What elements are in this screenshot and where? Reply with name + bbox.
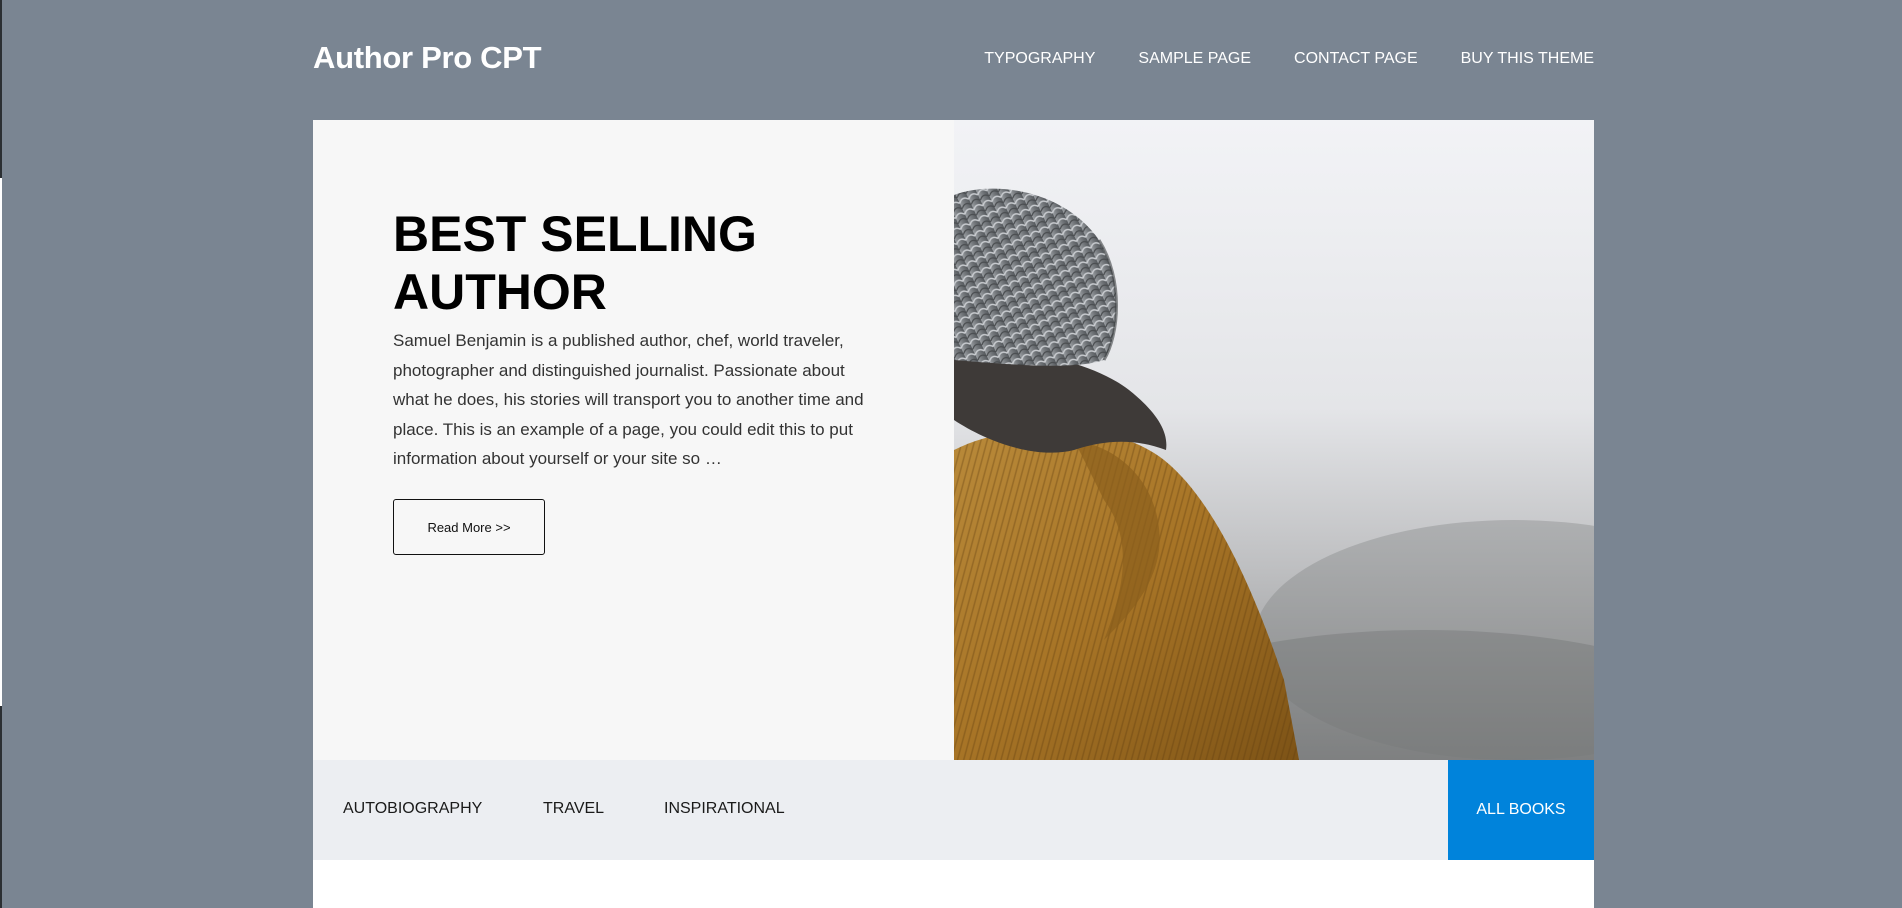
read-more-button[interactable]: Read More >> [393, 499, 545, 555]
window-left-edge-gap [0, 178, 2, 706]
primary-nav: TYPOGRAPHY SAMPLE PAGE CONTACT PAGE BUY … [984, 50, 1594, 68]
site-title[interactable]: Author Pro CPT [313, 40, 542, 76]
category-autobiography[interactable]: AUTOBIOGRAPHY [343, 800, 482, 818]
site-header: Author Pro CPT TYPOGRAPHY SAMPLE PAGE CO… [313, 0, 1594, 120]
category-bar: AUTOBIOGRAPHY TRAVEL INSPIRATIONAL ALL B… [313, 760, 1594, 860]
window-left-edge [0, 0, 2, 908]
hero-title: BEST SELLING AUTHOR [393, 205, 813, 321]
nav-item-sample-page[interactable]: SAMPLE PAGE [1138, 50, 1251, 68]
content-area [313, 860, 1594, 908]
category-travel[interactable]: TRAVEL [543, 800, 604, 818]
hero-section: BEST SELLING AUTHOR Samuel Benjamin is a… [313, 120, 1594, 760]
hero-description: Samuel Benjamin is a published author, c… [393, 331, 864, 468]
hero-photo [954, 120, 1594, 760]
nav-item-contact-page[interactable]: CONTACT PAGE [1294, 50, 1418, 68]
hero-title-line-2: AUTHOR [393, 264, 607, 320]
hero-photo-illustration [954, 120, 1594, 760]
hero-text-panel: BEST SELLING AUTHOR Samuel Benjamin is a… [313, 120, 954, 760]
nav-item-buy-this-theme[interactable]: BUY THIS THEME [1461, 50, 1594, 68]
hero-title-line-1: BEST SELLING [393, 206, 757, 262]
nav-item-typography[interactable]: TYPOGRAPHY [984, 50, 1095, 68]
all-books-button[interactable]: ALL BOOKS [1448, 760, 1594, 860]
category-inspirational[interactable]: INSPIRATIONAL [664, 800, 785, 818]
